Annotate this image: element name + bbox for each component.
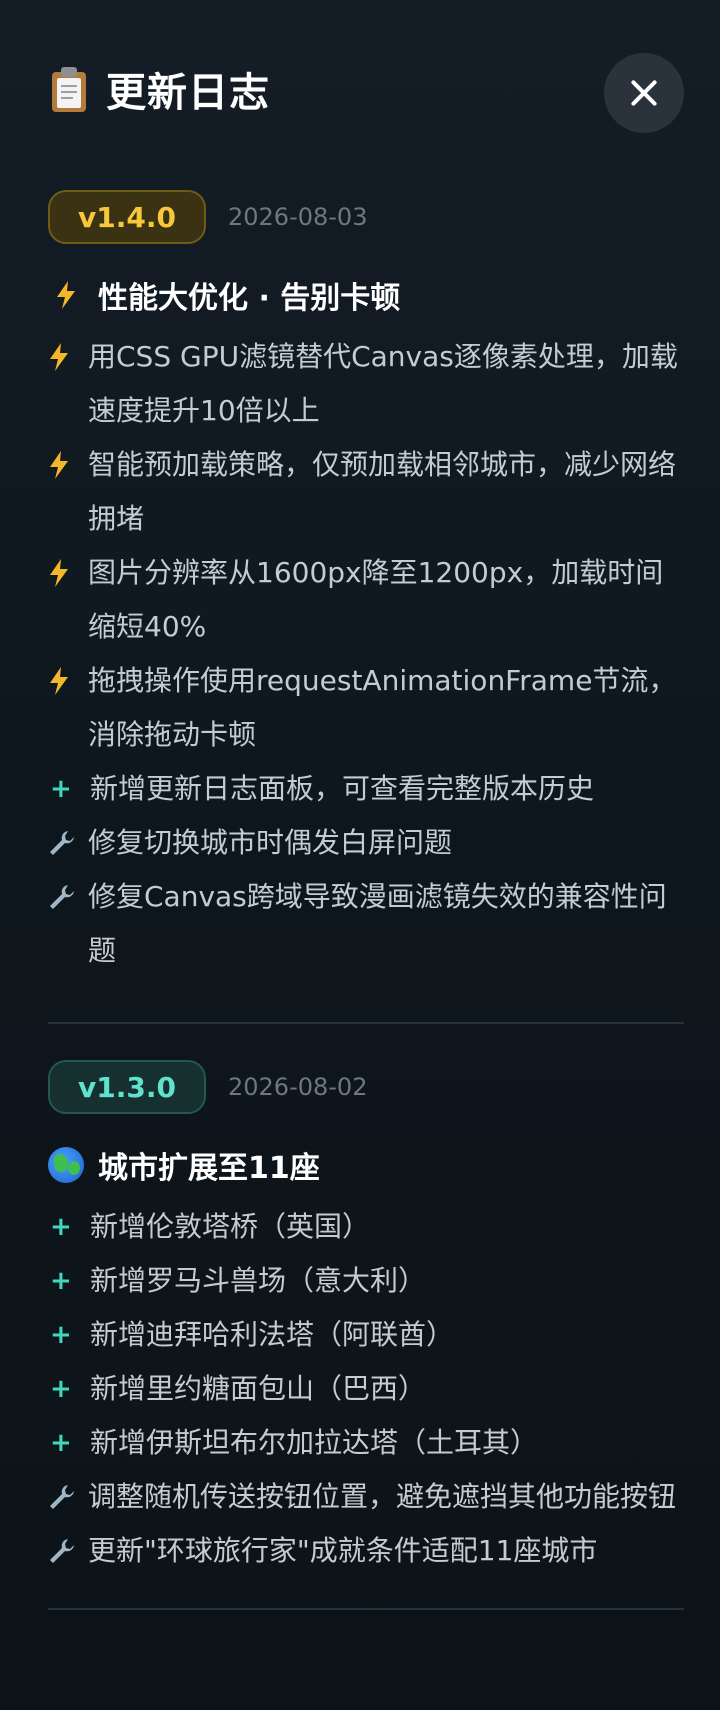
list-item-text: 更新"环球旅行家"成就条件适配11座城市	[88, 1534, 598, 1567]
lightning-icon	[48, 281, 84, 309]
list-item-text: 调整随机传送按钮位置，避免遮挡其他功能按钮	[88, 1480, 677, 1513]
lightning-icon	[48, 438, 88, 492]
list-item: 用CSS GPU滤镜替代Canvas逐像素处理，加载速度提升10倍以上	[48, 330, 684, 438]
list-item: 修复切换城市时偶发白屏问题	[48, 816, 684, 870]
list-item-text: 新增更新日志面板，可查看完整版本历史	[90, 772, 595, 805]
panel-header: 更新日志	[48, 0, 684, 170]
plus-icon: +	[50, 1320, 72, 1350]
lightning-icon	[48, 654, 88, 708]
panel-title: 更新日志	[50, 60, 270, 118]
version-entry-v1-3-0: v1.3.0 2026-08-02 城市扩展至11座 + 新增伦敦塔桥（英国） …	[48, 1058, 684, 1578]
list-item: + 新增伊斯坦布尔加拉达塔（土耳其）	[48, 1416, 684, 1470]
version-divider	[48, 1608, 684, 1610]
list-item-text: 用CSS GPU滤镜替代Canvas逐像素处理，加载速度提升10倍以上	[88, 340, 678, 427]
plus-icon: +	[50, 1212, 72, 1242]
globe-icon	[48, 1147, 84, 1183]
clipboard-icon	[50, 66, 88, 112]
version-title: 城市扩展至11座	[48, 1140, 684, 1190]
wrench-icon	[48, 870, 88, 924]
version-title-text: 性能大优化 · 告别卡顿	[98, 281, 401, 316]
release-date: 2026-08-03	[227, 203, 368, 231]
plus-icon: +	[50, 774, 72, 804]
release-date: 2026-08-02	[227, 1073, 368, 1101]
wrench-icon	[48, 816, 88, 870]
list-item: + 新增迪拜哈利法塔（阿联酋）	[48, 1308, 684, 1362]
lightning-icon	[48, 330, 88, 384]
list-item-text: 新增伦敦塔桥（英国）	[90, 1210, 371, 1243]
close-button[interactable]	[604, 53, 684, 133]
list-item: 图片分辨率从1600px降至1200px，加载时间缩短40%	[48, 546, 684, 654]
version-header: v1.4.0 2026-08-03	[48, 188, 684, 246]
lightning-icon	[48, 546, 88, 600]
wrench-icon	[48, 1524, 88, 1578]
list-item: + 新增伦敦塔桥（英国）	[48, 1200, 684, 1254]
list-item-text: 新增罗马斗兽场（意大利）	[90, 1264, 427, 1297]
list-item-text: 修复Canvas跨域导致漫画滤镜失效的兼容性问题	[88, 880, 667, 967]
list-item-text: 修复切换城市时偶发白屏问题	[88, 826, 453, 859]
plus-icon: +	[50, 1374, 72, 1404]
version-entry-v1-4-0: v1.4.0 2026-08-03 性能大优化 · 告别卡顿 用CSS GPU滤…	[48, 188, 684, 978]
list-item: 更新"环球旅行家"成就条件适配11座城市	[48, 1524, 684, 1578]
list-item: 智能预加载策略，仅预加载相邻城市，减少网络拥堵	[48, 438, 684, 546]
plus-icon: +	[50, 1266, 72, 1296]
list-item: + 新增罗马斗兽场（意大利）	[48, 1254, 684, 1308]
list-item-text: 新增迪拜哈利法塔（阿联酋）	[90, 1318, 455, 1351]
version-header: v1.3.0 2026-08-02	[48, 1058, 684, 1116]
list-item: 拖拽操作使用requestAnimationFrame节流，消除拖动卡顿	[48, 654, 684, 762]
change-list: + 新增伦敦塔桥（英国） + 新增罗马斗兽场（意大利） + 新增迪拜哈利法塔（阿…	[48, 1200, 684, 1578]
version-badge: v1.3.0	[48, 1060, 206, 1114]
plus-icon: +	[50, 1428, 72, 1458]
list-item: + 新增更新日志面板，可查看完整版本历史	[48, 762, 684, 816]
list-item: + 新增里约糖面包山（巴西）	[48, 1362, 684, 1416]
list-item: 调整随机传送按钮位置，避免遮挡其他功能按钮	[48, 1470, 684, 1524]
list-item-text: 新增里约糖面包山（巴西）	[90, 1372, 427, 1405]
change-list: 用CSS GPU滤镜替代Canvas逐像素处理，加载速度提升10倍以上 智能预加…	[48, 330, 684, 978]
version-title-text: 城市扩展至11座	[98, 1151, 320, 1186]
version-divider	[48, 1022, 684, 1024]
panel-title-text: 更新日志	[106, 70, 270, 116]
version-badge: v1.4.0	[48, 190, 206, 244]
list-item-text: 新增伊斯坦布尔加拉达塔（土耳其）	[90, 1426, 539, 1459]
wrench-icon	[48, 1470, 88, 1524]
list-item-text: 智能预加载策略，仅预加载相邻城市，减少网络拥堵	[88, 448, 677, 535]
changelog-panel: 更新日志 v1.4.0 2026-08-03 性能大优化 · 告别卡顿 用CSS…	[0, 0, 720, 1710]
version-title: 性能大优化 · 告别卡顿	[48, 270, 684, 320]
list-item-text: 拖拽操作使用requestAnimationFrame节流，消除拖动卡顿	[88, 664, 677, 751]
list-item-text: 图片分辨率从1600px降至1200px，加载时间缩短40%	[88, 556, 664, 643]
list-item: 修复Canvas跨域导致漫画滤镜失效的兼容性问题	[48, 870, 684, 978]
